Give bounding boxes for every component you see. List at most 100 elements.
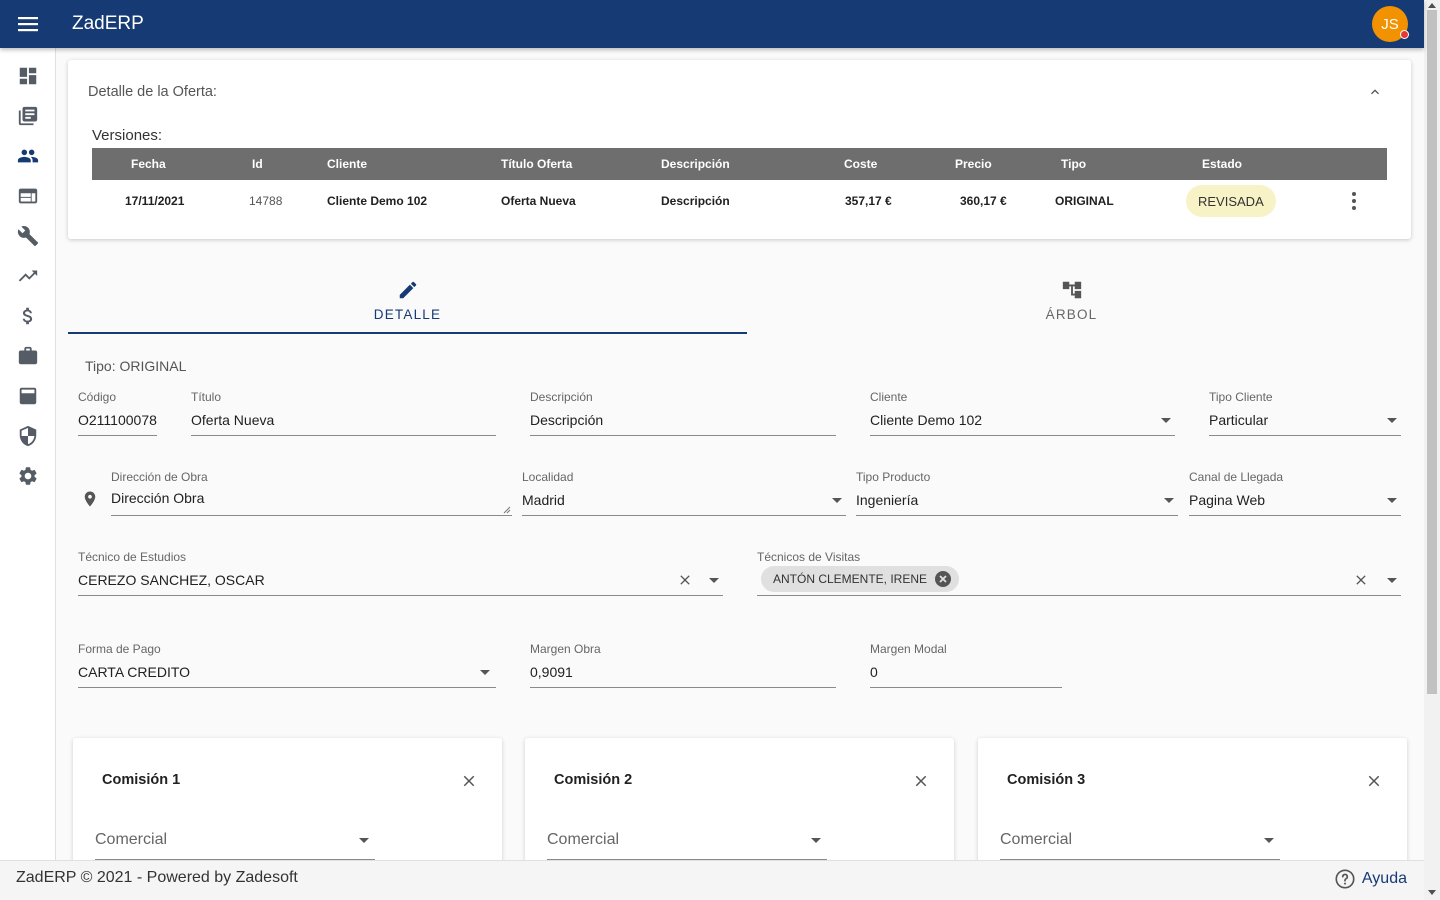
tecnicos-visitas-select[interactable]: Técnicos de Visitas ANTÓN CLEMENTE, IREN… — [757, 550, 1401, 596]
sidebar-item-library[interactable] — [0, 96, 55, 136]
localidad-select[interactable]: Localidad Madrid — [522, 470, 846, 516]
commission-title: Comisión 2 — [554, 772, 633, 788]
more-vert-icon[interactable] — [1345, 191, 1363, 211]
col-header-coste[interactable]: Coste — [844, 157, 877, 171]
menu-icon[interactable] — [0, 0, 56, 48]
chevron-down-icon[interactable] — [1387, 418, 1397, 423]
chevron-up-icon[interactable] — [1367, 84, 1383, 100]
chevron-down-icon[interactable] — [811, 838, 821, 843]
trending-icon — [18, 270, 37, 282]
sidebar-item-settings[interactable] — [0, 456, 55, 496]
sidebar-item-upload[interactable] — [0, 376, 55, 416]
canal-llegada-select[interactable]: Canal de Llegada Pagina Web — [1189, 470, 1401, 516]
chevron-down-icon[interactable] — [1264, 838, 1274, 843]
resize-handle-icon[interactable] — [503, 506, 511, 514]
comercial-select[interactable]: Comercial — [547, 830, 827, 860]
cell-fecha: 17/11/2021 — [125, 194, 185, 208]
tecnico-estudios-select[interactable]: Técnico de Estudios CEREZO SANCHEZ, OSCA… — [78, 550, 723, 596]
tipo-cliente-label: Tipo Cliente — [1209, 390, 1273, 404]
comercial-select[interactable]: Comercial — [95, 830, 375, 860]
chevron-down-icon[interactable] — [1387, 578, 1397, 583]
location-pin-icon — [84, 491, 96, 507]
versions-table-header: Fecha Id Cliente Título Oferta Descripci… — [92, 148, 1387, 180]
cliente-label: Cliente — [870, 390, 908, 404]
close-icon[interactable] — [912, 772, 930, 790]
tipo-producto-select[interactable]: Tipo Producto Ingeniería — [856, 470, 1178, 516]
col-header-tipo[interactable]: Tipo — [1061, 157, 1086, 171]
app-title[interactable]: ZadERP — [72, 13, 144, 35]
codigo-label: Código — [78, 390, 117, 404]
selected-chip[interactable]: ANTÓN CLEMENTE, IRENE — [761, 566, 960, 592]
scroll-down-icon[interactable] — [1428, 890, 1436, 895]
offer-detail-card: Detalle de la Oferta: Versiones: Fecha I… — [68, 60, 1411, 239]
titulo-field[interactable]: Título Oferta Nueva — [191, 390, 496, 436]
tecnicos-visitas-label: Técnicos de Visitas — [757, 550, 861, 564]
margen-obra-field[interactable]: Margen Obra 0,9091 — [530, 642, 836, 688]
codigo-field[interactable]: Código O211100078 — [78, 390, 157, 436]
chevron-down-icon[interactable] — [480, 670, 490, 675]
margen-obra-value: 0,9091 — [530, 664, 573, 680]
help-circle-icon — [1335, 869, 1355, 889]
tipo-cliente-select[interactable]: Tipo Cliente Particular — [1209, 390, 1401, 436]
close-icon[interactable] — [1353, 572, 1369, 588]
help-link[interactable]: Ayuda — [1334, 868, 1407, 890]
chevron-down-icon[interactable] — [1161, 418, 1171, 423]
col-header-descripcion[interactable]: Descripción — [661, 157, 730, 171]
cliente-value: Cliente Demo 102 — [870, 412, 983, 428]
col-header-precio[interactable]: Precio — [955, 157, 992, 171]
descripcion-field[interactable]: Descripción Descripción — [530, 390, 836, 436]
sidebar-item-trending[interactable] — [0, 256, 55, 296]
sidebar-item-web[interactable] — [0, 176, 55, 216]
sidebar-item-tools[interactable] — [0, 216, 55, 256]
tab-arbol-label: ÁRBOL — [1045, 306, 1098, 322]
versions-table: Fecha Id Cliente Título Oferta Descripci… — [92, 148, 1387, 222]
sidebar-item-finance[interactable] — [0, 296, 55, 336]
library-icon — [18, 106, 37, 126]
tipo-producto-value: Ingeniería — [856, 492, 919, 508]
forma-pago-select[interactable]: Forma de Pago CARTA CREDITO — [78, 642, 496, 688]
people-icon — [17, 149, 38, 163]
scrollbar[interactable] — [1424, 0, 1440, 900]
col-header-cliente[interactable]: Cliente — [327, 157, 367, 171]
close-icon[interactable] — [460, 772, 478, 790]
margen-modal-value: 0 — [870, 664, 878, 680]
tab-arbol[interactable]: ÁRBOL — [732, 264, 1411, 336]
direccion-label: Dirección de Obra — [111, 470, 208, 484]
col-header-titulo[interactable]: Título Oferta — [501, 157, 572, 171]
sidebar-item-people[interactable] — [0, 136, 55, 176]
col-header-estado[interactable]: Estado — [1202, 157, 1242, 171]
briefcase-icon — [18, 346, 37, 365]
chevron-down-icon[interactable] — [832, 498, 842, 503]
chevron-down-icon[interactable] — [359, 838, 369, 843]
col-header-id[interactable]: Id — [252, 157, 263, 171]
sidebar-item-dashboard[interactable] — [0, 56, 55, 96]
upload-box-icon — [19, 387, 36, 405]
chevron-down-icon[interactable] — [1387, 498, 1397, 503]
tipo-producto-label: Tipo Producto — [856, 470, 931, 484]
sidebar-item-work[interactable] — [0, 336, 55, 376]
descripcion-value: Descripción — [530, 412, 604, 428]
col-header-fecha[interactable]: Fecha — [131, 157, 166, 171]
tab-detalle[interactable]: DETALLE — [68, 264, 747, 336]
commission-card-1: Comisión 1 Comercial — [73, 738, 502, 860]
close-icon[interactable] — [677, 572, 693, 588]
gear-icon — [18, 467, 37, 485]
chevron-down-icon[interactable] — [709, 578, 719, 583]
comercial-select[interactable]: Comercial — [1000, 830, 1280, 860]
canal-label: Canal de Llegada — [1189, 470, 1284, 484]
close-icon[interactable] — [1365, 772, 1383, 790]
user-avatar[interactable]: JS — [1372, 6, 1409, 42]
comercial-placeholder: Comercial — [547, 831, 620, 848]
table-row[interactable]: 17/11/2021 14788 Cliente Demo 102 Oferta… — [92, 180, 1387, 222]
scrollbar-thumb[interactable] — [1427, 10, 1437, 694]
offer-detail-heading[interactable]: Detalle de la Oferta: — [88, 84, 217, 100]
direccion-obra-field[interactable]: Dirección de Obra Dirección Obra — [111, 470, 512, 516]
chevron-down-icon[interactable] — [1164, 498, 1174, 503]
margen-modal-field[interactable]: Margen Modal 0 — [870, 642, 1062, 688]
sidebar-item-security[interactable] — [0, 416, 55, 456]
cliente-select[interactable]: Cliente Cliente Demo 102 — [870, 390, 1175, 436]
scroll-up-icon[interactable] — [1428, 3, 1436, 8]
tipo-cliente-value: Particular — [1209, 412, 1269, 428]
chip-remove-icon[interactable] — [935, 571, 952, 587]
canal-value: Pagina Web — [1189, 492, 1266, 508]
